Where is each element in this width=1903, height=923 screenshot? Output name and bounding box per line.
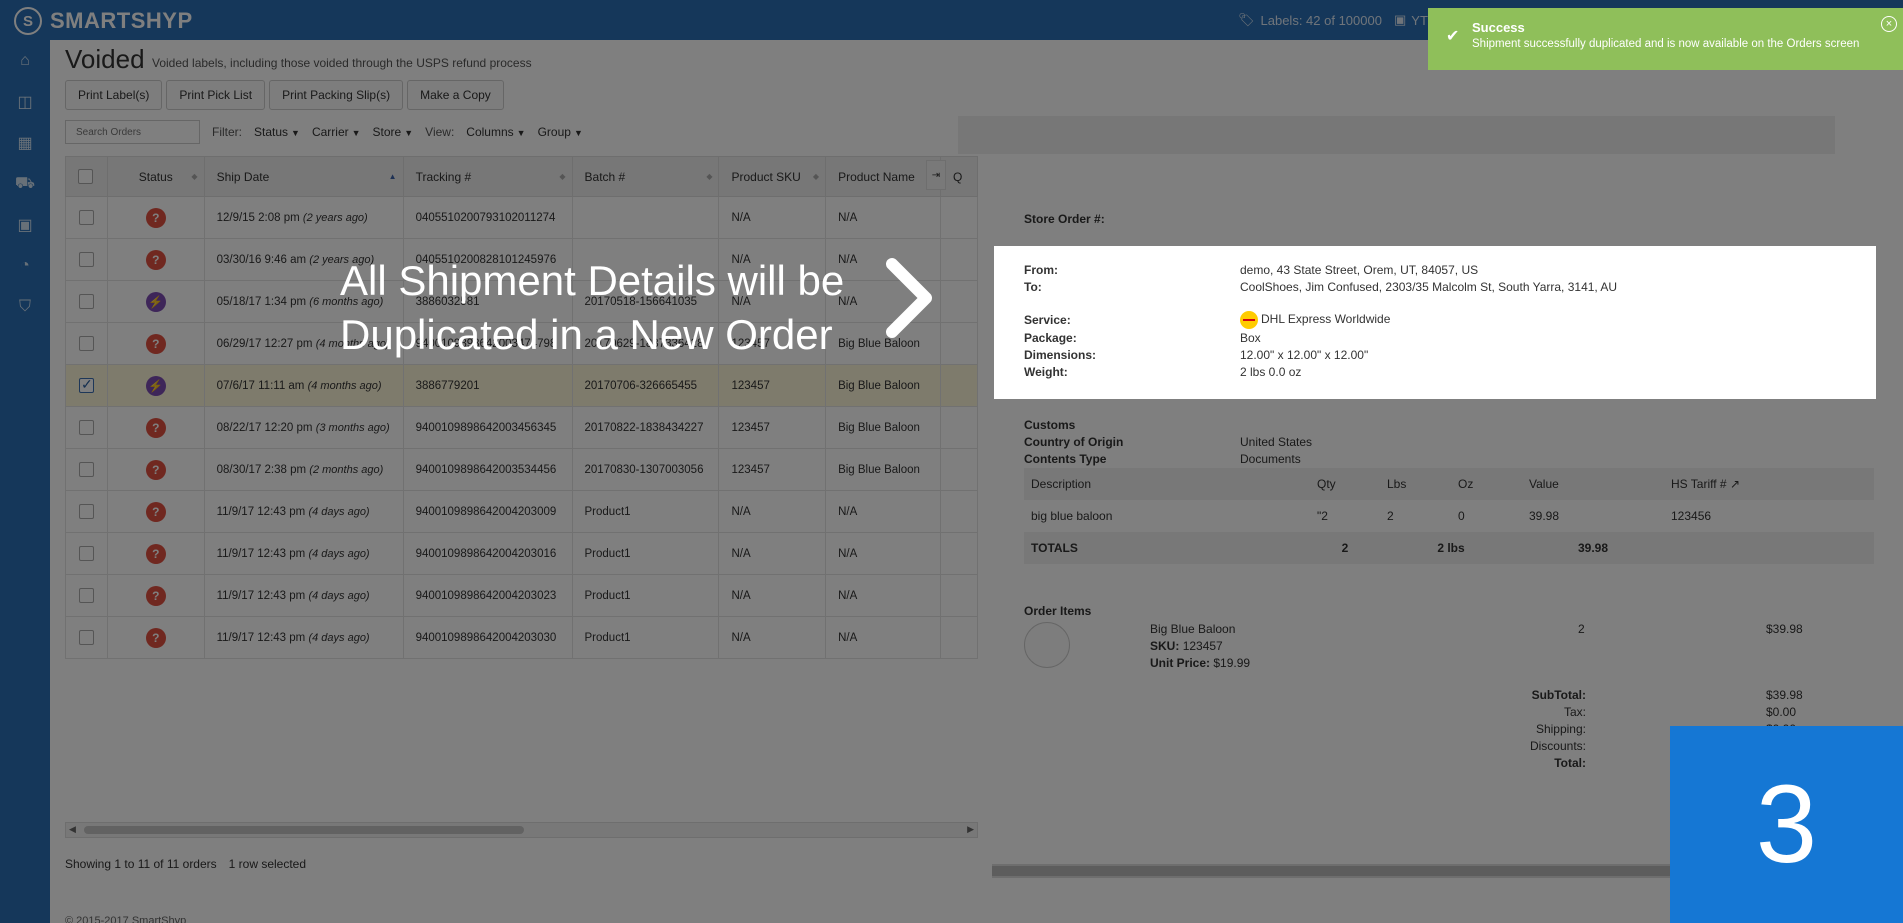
checkmark-icon: ✔ [1446,28,1460,45]
from-value: demo, 43 State Street, Orem, UT, 84057, … [1240,263,1479,277]
service-label: Service: [1024,313,1071,327]
weight-label: Weight: [1024,365,1068,379]
service-name: DHL Express Worldwide [1261,312,1391,327]
package-value: Box [1240,331,1261,345]
step-number-badge: 3 [1670,726,1903,923]
tutorial-caption-line-1: All Shipment Details will be [340,257,845,304]
service-value: DHL Express Worldwide [1240,311,1390,329]
tutorial-caption-line-2: Duplicated in a New Order [340,311,833,358]
from-label: From: [1024,263,1058,277]
dimensions-value: 12.00" x 12.00" x 12.00" [1240,348,1369,362]
tutorial-dim-overlay [0,0,1903,923]
to-value: CoolShoes, Jim Confused, 2303/35 Malcolm… [1240,280,1618,294]
to-label: To: [1024,280,1042,294]
dhl-logo-icon [1240,311,1258,329]
toast-message: Shipment successfully duplicated and is … [1472,38,1860,50]
dimensions-label: Dimensions: [1024,348,1097,362]
close-icon[interactable]: × [1881,16,1897,32]
weight-value: 2 lbs 0.0 oz [1240,365,1302,379]
package-label: Package: [1024,331,1077,345]
success-toast: ✔ Success Shipment successfully duplicat… [1428,8,1903,70]
toast-title: Success [1472,20,1525,35]
chevron-right-icon [886,258,932,338]
shipment-details-highlight: From: demo, 43 State Street, Orem, UT, 8… [994,246,1876,399]
tutorial-caption: All Shipment Details will be Duplicated … [340,254,844,362]
